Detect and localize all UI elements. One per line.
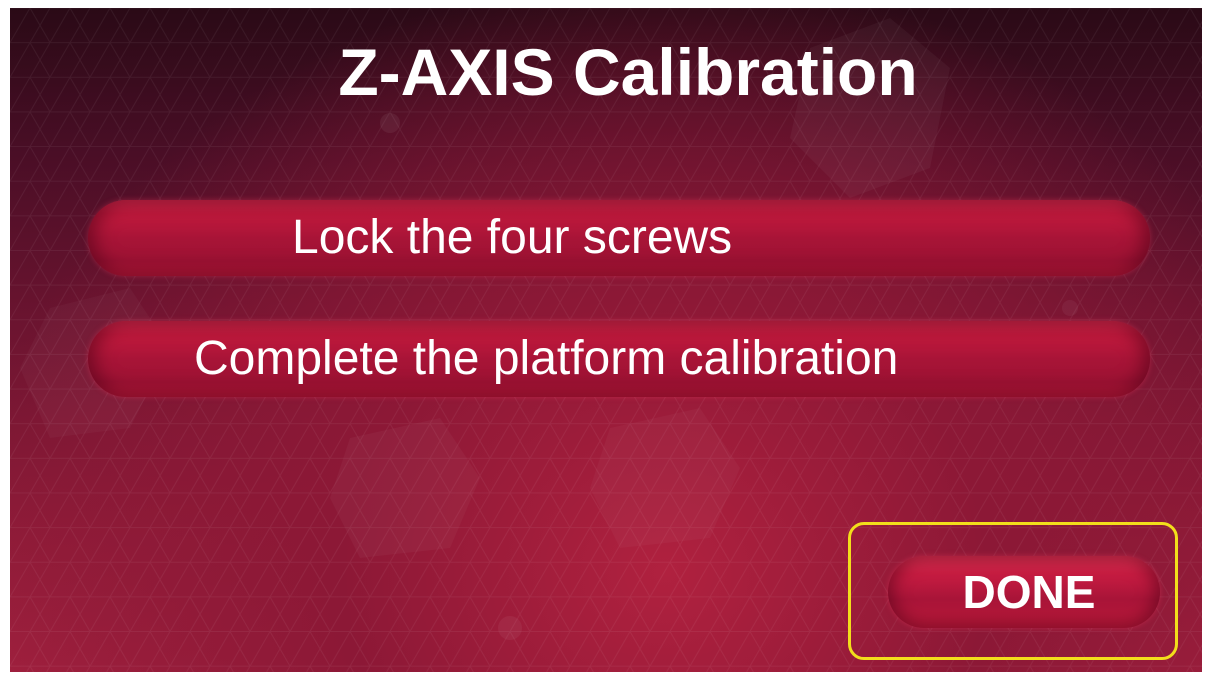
step-lock-screws: Lock the four screws <box>88 200 1150 276</box>
page-title: Z-AXIS Calibration <box>338 35 918 109</box>
done-button[interactable]: DONE <box>888 556 1160 628</box>
step-platform-calibration: Complete the platform calibration <box>88 321 1150 397</box>
calibration-screen: Z-AXIS Calibration Lock the four screws … <box>10 8 1202 672</box>
